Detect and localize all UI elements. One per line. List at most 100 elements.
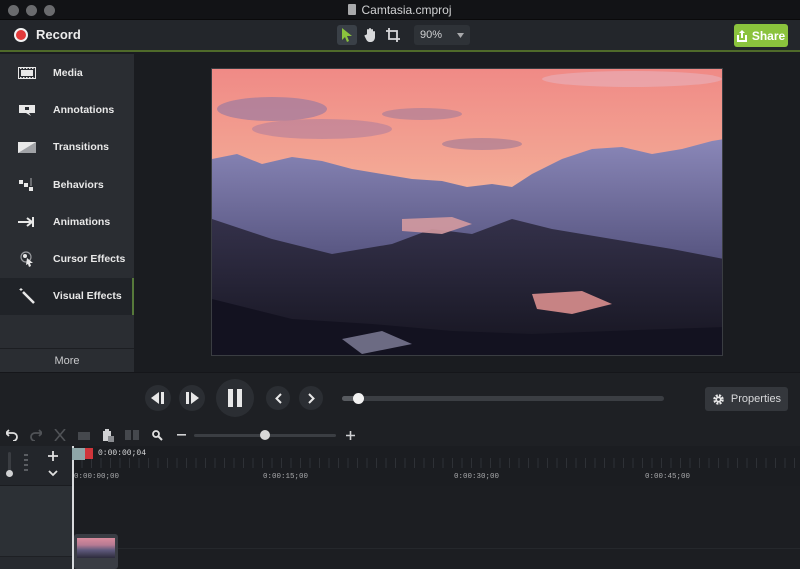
pause-icon: [228, 389, 242, 407]
sidebar-more-button[interactable]: More: [0, 348, 134, 372]
chevron-down-icon: [457, 32, 464, 38]
sidebar-item-behaviors[interactable]: Behaviors: [0, 166, 134, 203]
sidebar-item-animations[interactable]: Animations: [0, 203, 134, 240]
zoom-out-button[interactable]: [173, 427, 189, 443]
sidebar-item-annotations[interactable]: Annotations: [0, 91, 134, 128]
playback-scrubber[interactable]: [342, 393, 664, 404]
step-back-button[interactable]: [145, 385, 171, 411]
timeline-toolbar: [0, 424, 800, 446]
timeline-tracks: [72, 486, 800, 569]
track-height-slider[interactable]: [6, 452, 13, 477]
collapse-tracks-button[interactable]: [48, 470, 58, 477]
timeline-ruler[interactable]: 0:00:00;00 0:00:15;00 0:00:30;00 0:00:45…: [72, 446, 800, 486]
playback-controls: Properties: [0, 372, 800, 424]
zoom-level-value: 90%: [420, 29, 443, 41]
chevron-right-icon: [307, 392, 315, 404]
scissors-icon: [54, 429, 66, 441]
sidebar-item-label: Transitions: [53, 141, 110, 154]
track-height-handle[interactable]: [6, 470, 13, 477]
canvas-area: [134, 54, 800, 372]
minus-icon: [176, 434, 186, 436]
timeline-zoom-handle[interactable]: [260, 430, 270, 440]
add-track-button[interactable]: [48, 451, 58, 461]
timeline-track-headers: [0, 446, 72, 569]
previous-button[interactable]: [266, 386, 290, 410]
step-forward-button[interactable]: [179, 385, 205, 411]
arrow-pointer-icon: [341, 28, 353, 42]
timeline-clip[interactable]: [74, 534, 118, 569]
behaviors-icon: [17, 177, 37, 192]
hand-icon: [363, 28, 377, 42]
clipboard-icon: [102, 428, 114, 442]
sidebar-item-label: Behaviors: [53, 178, 104, 191]
plus-icon: [345, 430, 355, 440]
ruler-label: 0:00:15;00: [263, 473, 309, 481]
sidebar-item-label: Visual Effects: [53, 290, 122, 303]
properties-button[interactable]: Properties: [705, 387, 788, 411]
crop-icon: [386, 28, 400, 42]
arrow-right-icon: [17, 215, 37, 229]
window-titlebar: Camtasia.cmproj: [0, 0, 800, 20]
track-header-1[interactable]: [0, 486, 72, 556]
sidebar-item-label: Animations: [53, 215, 111, 228]
zoom-level-select[interactable]: 90%: [414, 25, 470, 45]
document-icon: [348, 4, 357, 15]
chevron-down-icon: [48, 470, 58, 477]
redo-icon: [30, 429, 42, 441]
timeline-zoom-slider[interactable]: [194, 430, 336, 440]
redo-button[interactable]: [28, 427, 44, 443]
copy-icon: [78, 429, 90, 441]
track-divider: [72, 548, 800, 549]
share-label: Share: [751, 28, 786, 43]
film-strip-icon: [17, 66, 37, 80]
window-title: Camtasia.cmproj: [0, 3, 800, 17]
zoom-in-button[interactable]: [342, 427, 358, 443]
window-title-text: Camtasia.cmproj: [361, 3, 452, 17]
pan-tool-button[interactable]: [360, 25, 380, 45]
callout-icon: [17, 103, 37, 117]
tools-sidebar: Media Annotations Transitions Behaviors …: [0, 54, 134, 372]
cut-button[interactable]: [52, 427, 68, 443]
split-button[interactable]: [124, 427, 140, 443]
ruler-label: 0:00:00;00: [74, 473, 120, 481]
share-button[interactable]: Share: [734, 24, 788, 47]
magic-wand-icon: [17, 288, 37, 305]
ruler-label: 0:00:30;00: [454, 473, 500, 481]
main-toolbar: Record 90% Share: [0, 20, 800, 52]
sidebar-item-visual-effects[interactable]: Visual Effects: [0, 277, 134, 316]
more-label: More: [54, 354, 80, 367]
plus-icon: [48, 451, 58, 461]
video-preview[interactable]: [211, 68, 723, 356]
playhead-time: 0:00:00;04: [98, 449, 147, 458]
sidebar-item-transitions[interactable]: Transitions: [0, 129, 134, 166]
canvas-tools: 90%: [337, 25, 470, 45]
ruler-ticks: [72, 458, 800, 468]
copy-button[interactable]: [76, 427, 92, 443]
chevron-left-icon: [274, 392, 282, 404]
playhead-out-marker[interactable]: [85, 448, 93, 459]
undo-button[interactable]: [4, 427, 20, 443]
record-button[interactable]: Record: [14, 27, 81, 42]
paste-button[interactable]: [100, 427, 116, 443]
cursor-effect-icon: [17, 251, 37, 268]
preview-image: [212, 69, 722, 355]
scrubber-handle[interactable]: [353, 393, 365, 404]
transition-icon: [17, 140, 37, 154]
crop-tool-button[interactable]: [383, 25, 403, 45]
timeline-zoom-button[interactable]: [149, 427, 165, 443]
playhead-line[interactable]: [72, 446, 74, 569]
track-options-dots[interactable]: [24, 454, 28, 472]
select-tool-button[interactable]: [337, 25, 357, 45]
playhead-handle[interactable]: [72, 448, 85, 460]
sidebar-item-media[interactable]: Media: [0, 54, 134, 91]
timeline-header-controls: [0, 446, 72, 486]
sidebar-item-cursor-effects[interactable]: Cursor Effects: [0, 240, 134, 277]
search-icon: [151, 429, 163, 441]
pause-button[interactable]: [216, 379, 254, 417]
share-icon: [736, 29, 747, 42]
split-icon: [125, 430, 139, 440]
undo-icon: [6, 429, 18, 441]
track-header-2[interactable]: [0, 556, 72, 569]
next-button[interactable]: [299, 386, 323, 410]
record-icon: [14, 27, 28, 42]
